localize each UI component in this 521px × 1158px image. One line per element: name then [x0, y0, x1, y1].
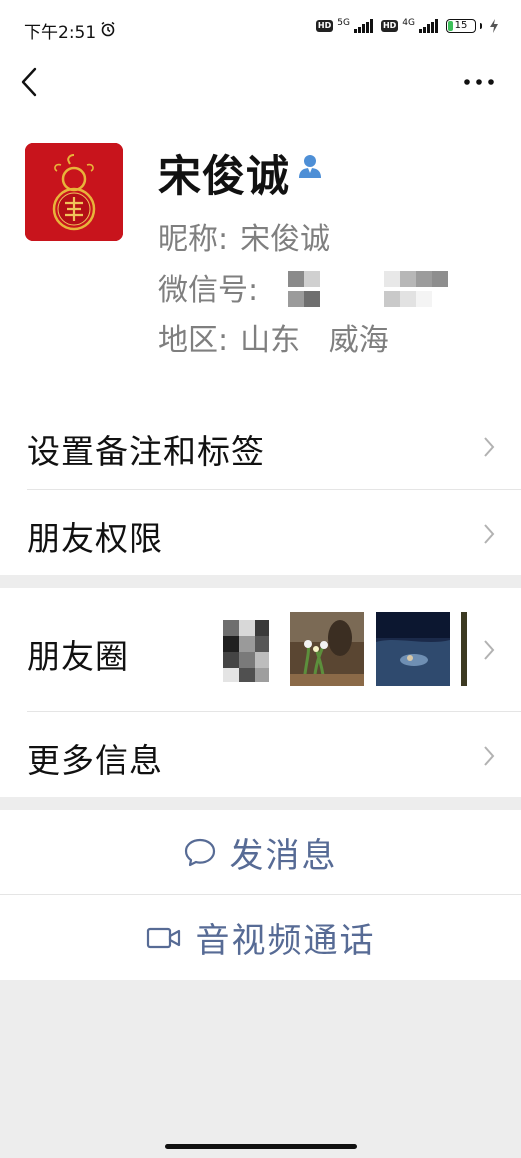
chevron-right-icon: [484, 640, 495, 660]
hd-badge-2: HD: [380, 20, 399, 32]
male-gender-icon: [299, 155, 321, 178]
region-value: 山东 威海: [240, 323, 389, 358]
moments-thumbnail-3[interactable]: [376, 612, 450, 686]
moments-thumbnail-2[interactable]: [290, 612, 364, 686]
chevron-right-icon: [484, 746, 495, 766]
status-time: 下午2:51: [24, 23, 97, 43]
network-4g-label: 4G: [402, 17, 415, 28]
chat-bubble-icon: [184, 838, 215, 867]
battery-tip: [480, 23, 482, 29]
chevron-right-icon: [484, 437, 495, 457]
moments-thumbnail-1[interactable]: [213, 612, 271, 686]
friend-permissions-row[interactable]: 朋友权限: [0, 490, 521, 575]
profile-name-row: 宋俊诚: [158, 142, 322, 204]
actions-card: 发消息 音视频通话: [0, 810, 521, 980]
wechat-id-pixelated-2: [384, 271, 448, 311]
wechat-id-label: 微信号:: [158, 273, 259, 308]
video-camera-icon: [146, 927, 180, 948]
status-indicators: HD 5G HD 4G 15: [315, 17, 499, 33]
region-label: 地区:: [158, 323, 229, 358]
region-line: 地区: 山东 威海: [158, 315, 389, 359]
gourd-logo-icon: [25, 143, 123, 241]
avatar[interactable]: [25, 143, 123, 241]
signal-icon-2: [419, 19, 438, 33]
charging-bolt-icon: [490, 19, 498, 33]
moments-label: 朋友圈: [27, 637, 129, 676]
back-arrow-icon[interactable]: [18, 66, 42, 98]
more-info-row[interactable]: 更多信息: [0, 712, 521, 797]
nickname-line: 昵称: 宋俊诚: [158, 214, 330, 258]
more-info-label: 更多信息: [27, 741, 163, 780]
nickname-value: 宋俊诚: [240, 222, 331, 257]
alarm-icon: [101, 21, 115, 37]
home-indicator[interactable]: [165, 1144, 357, 1149]
settings-card: 设置备注和标签 朋友权限: [0, 405, 521, 575]
video-call-label: 音视频通话: [195, 921, 376, 961]
remark-tags-row[interactable]: 设置备注和标签: [0, 405, 521, 489]
status-bar: 下午2:51 HD 5G HD 4G 15: [0, 0, 521, 62]
send-message-label: 发消息: [229, 835, 338, 876]
battery-level: 15: [454, 20, 468, 31]
nickname-label: 昵称:: [158, 222, 229, 257]
remark-tags-label: 设置备注和标签: [27, 432, 265, 471]
wechat-id-line: 微信号:: [158, 265, 258, 309]
chevron-right-icon: [484, 524, 495, 544]
friend-permissions-label: 朋友权限: [27, 519, 163, 558]
more-options-icon[interactable]: [463, 72, 495, 92]
wechat-id-pixelated[interactable]: [288, 271, 320, 311]
send-message-button[interactable]: 发消息: [0, 810, 521, 894]
moments-thumbnail-4[interactable]: [461, 612, 467, 686]
hd-badge: HD: [315, 20, 334, 32]
signal-icon: [353, 19, 373, 33]
video-call-button[interactable]: 音视频通话: [0, 895, 521, 980]
battery-icon: 15: [446, 19, 476, 33]
profile-name: 宋俊诚: [158, 152, 290, 202]
network-5g-label: 5G: [337, 17, 350, 28]
